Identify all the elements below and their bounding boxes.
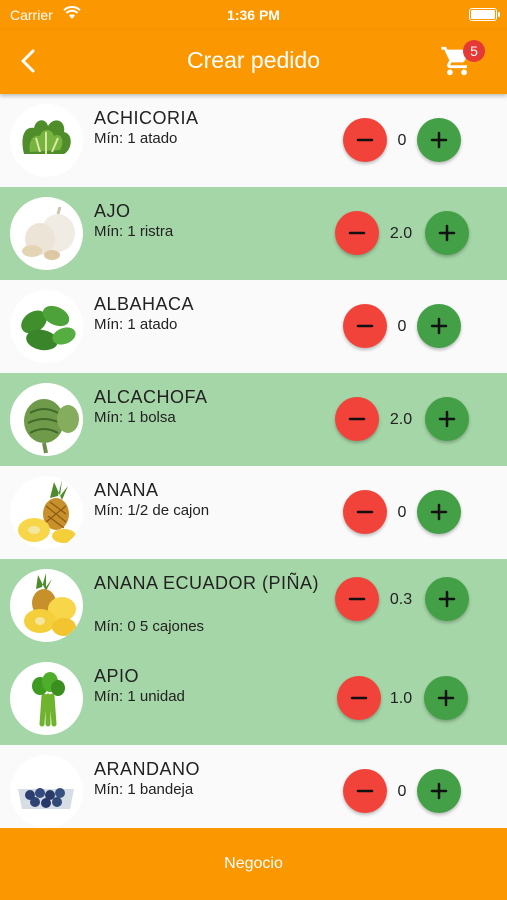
quantity-value: 0: [397, 504, 407, 521]
status-time: 1:36 PM: [227, 7, 280, 23]
blueberries-image: [10, 755, 83, 828]
product-name: ACHICORIA: [94, 108, 199, 128]
increase-button[interactable]: [424, 676, 468, 720]
quantity-value: 0: [397, 132, 407, 149]
product-name: ANANA ECUADOR (PIÑA): [94, 573, 320, 593]
product-minimum: Mín: 1/2 de cajon: [94, 502, 210, 519]
minus-icon: [356, 789, 374, 793]
product-minimum: Mín: 1 unidad: [94, 688, 185, 705]
plus-icon: [430, 782, 448, 800]
decrease-button[interactable]: [335, 397, 379, 441]
product-minimum: Mín: 0 5 cajones: [94, 618, 205, 635]
decrease-button[interactable]: [335, 211, 379, 255]
minus-icon: [348, 231, 366, 235]
quantity-value: 2.0: [389, 225, 413, 242]
increase-button[interactable]: [417, 118, 461, 162]
artichoke-image: [10, 383, 83, 456]
product-minimum: Mín: 1 bolsa: [94, 409, 176, 426]
quantity-value: 0: [397, 783, 407, 800]
increase-button[interactable]: [425, 211, 469, 255]
plus-icon: [437, 689, 455, 707]
product-name: ARANDANO: [94, 759, 201, 779]
plus-icon: [430, 131, 448, 149]
product-name: ALBAHACA: [94, 294, 195, 314]
garlic-image: [10, 197, 83, 270]
quantity-value: 0: [397, 318, 407, 335]
product-row[interactable]: ALCACHOFA Mín: 1 bolsa 2.0: [0, 373, 507, 466]
product-row[interactable]: ARANDANO Mín: 1 bandeja 0: [0, 745, 507, 828]
quantity-value: 0.3: [389, 591, 413, 608]
product-minimum: Mín: 1 atado: [94, 130, 178, 147]
page-title: Crear pedido: [187, 47, 320, 73]
product-row[interactable]: ACHICORIA Mín: 1 atado 0: [0, 94, 507, 187]
increase-button[interactable]: [417, 304, 461, 348]
minus-icon: [356, 324, 374, 328]
status-bar: Carrier 1:36 PM: [0, 0, 507, 30]
plus-icon: [438, 224, 456, 242]
app-bar: Crear pedido 5: [0, 30, 507, 94]
product-row[interactable]: AJO Mín: 1 ristra 2.0: [0, 187, 507, 280]
plus-icon: [438, 590, 456, 608]
minus-icon: [356, 138, 374, 142]
product-row[interactable]: ALBAHACA Mín: 1 atado 0: [0, 280, 507, 373]
decrease-button[interactable]: [343, 769, 387, 813]
increase-button[interactable]: [417, 769, 461, 813]
product-name: APIO: [94, 666, 140, 686]
decrease-button[interactable]: [343, 490, 387, 534]
product-minimum: Mín: 1 atado: [94, 316, 178, 333]
product-row[interactable]: ANANA ECUADOR (PIÑA) Mín: 0 5 cajones 0.…: [0, 559, 507, 652]
product-name: ANANA: [94, 480, 159, 500]
negocio-button[interactable]: Negocio: [0, 828, 507, 900]
decrease-button[interactable]: [337, 676, 381, 720]
cart-count-badge: 5: [463, 40, 485, 62]
pineapple-slices-image: [10, 569, 83, 642]
product-minimum: Mín: 1 bandeja: [94, 781, 194, 798]
chicory-image: [10, 104, 83, 177]
plus-icon: [430, 503, 448, 521]
pineapple-image: [10, 476, 83, 549]
basil-image: [10, 290, 83, 363]
minus-icon: [356, 510, 374, 514]
product-list: ACHICORIA Mín: 1 atado 0 AJO Mín: 1 rist…: [0, 94, 507, 828]
plus-icon: [430, 317, 448, 335]
decrease-button[interactable]: [335, 577, 379, 621]
quantity-value: 1.0: [389, 690, 413, 707]
product-minimum: Mín: 1 ristra: [94, 223, 174, 240]
decrease-button[interactable]: [343, 118, 387, 162]
minus-icon: [348, 417, 366, 421]
minus-icon: [350, 696, 368, 700]
celery-image: [10, 662, 83, 735]
minus-icon: [348, 597, 366, 601]
product-name: ALCACHOFA: [94, 387, 208, 407]
quantity-value: 2.0: [389, 411, 413, 428]
increase-button[interactable]: [425, 397, 469, 441]
decrease-button[interactable]: [343, 304, 387, 348]
increase-button[interactable]: [417, 490, 461, 534]
product-row[interactable]: APIO Mín: 1 unidad 1.0: [0, 652, 507, 745]
battery-icon: [469, 8, 500, 21]
product-name: AJO: [94, 201, 131, 221]
increase-button[interactable]: [425, 577, 469, 621]
plus-icon: [438, 410, 456, 428]
product-row[interactable]: ANANA Mín: 1/2 de cajon 0: [0, 466, 507, 559]
